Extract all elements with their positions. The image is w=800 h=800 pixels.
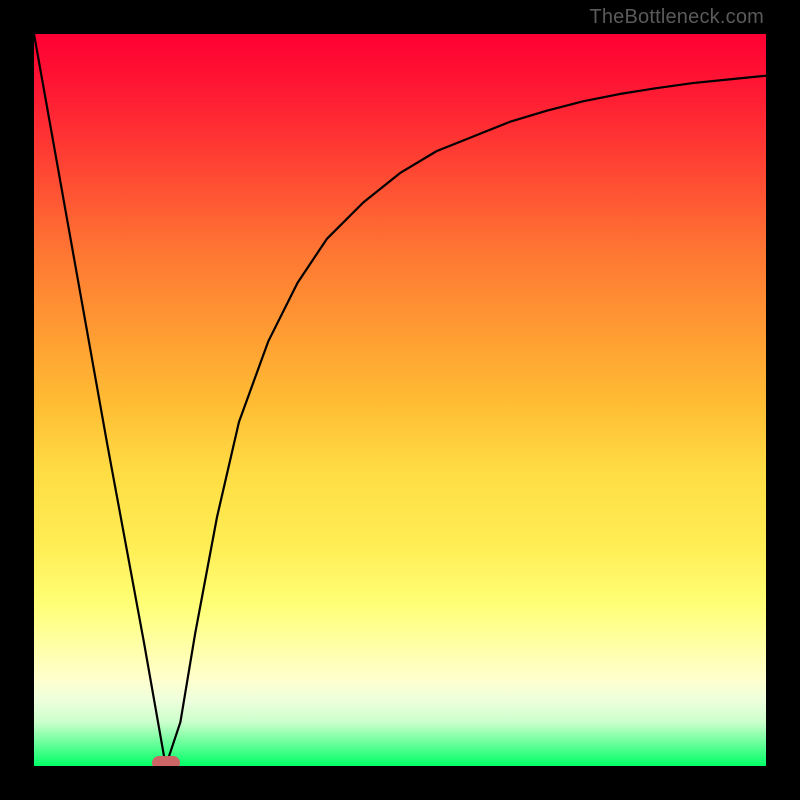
bottleneck-curve — [34, 34, 766, 766]
optimal-marker — [152, 756, 180, 766]
chart-frame: TheBottleneck.com — [0, 0, 800, 800]
attribution-text: TheBottleneck.com — [589, 6, 764, 29]
plot-area — [34, 34, 766, 766]
curve-svg — [34, 34, 766, 766]
